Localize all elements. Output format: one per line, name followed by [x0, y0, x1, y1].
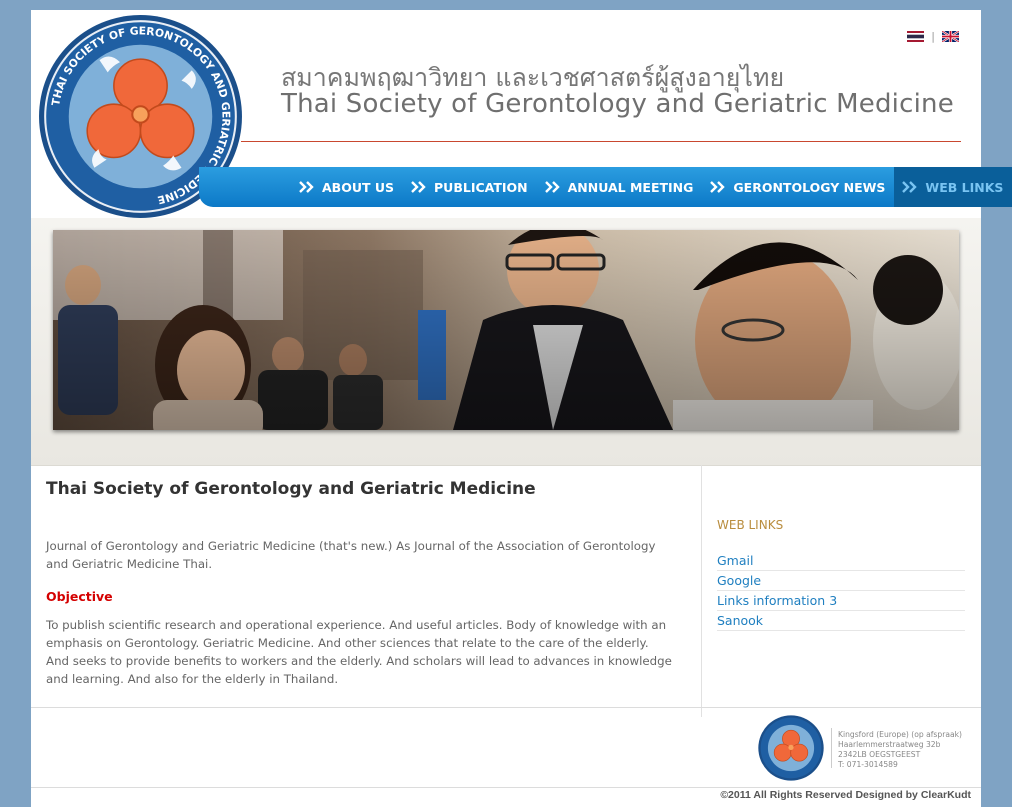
- link-gmail[interactable]: Gmail: [717, 552, 965, 571]
- uk-flag-icon[interactable]: [942, 31, 959, 42]
- nav-web-links-label: WEB LINKS: [925, 179, 1004, 195]
- footer-divider-top: [31, 707, 981, 708]
- double-chevron-icon: [411, 181, 426, 193]
- double-chevron-icon: [299, 181, 314, 193]
- page: THAI SOCIETY OF GERONTOLOGY AND GERIATRI…: [31, 10, 1012, 807]
- double-chevron-icon: [544, 181, 560, 193]
- double-chevron-icon: [710, 181, 726, 193]
- footer-separator: [831, 728, 832, 768]
- footer-logo: [758, 715, 824, 781]
- address-line: T: 071-3014589: [838, 760, 898, 769]
- link-links-information-3[interactable]: Links information 3: [717, 592, 965, 611]
- content-divider: [701, 465, 702, 717]
- footer-address: Kingsford (Europe) (op afspraak) Haarlem…: [838, 730, 962, 770]
- copyright-text: ©2011 All Rights Reserved Designed by Cl…: [720, 789, 971, 801]
- language-separator: |: [931, 30, 935, 43]
- link-sanook[interactable]: Sanook: [717, 612, 965, 631]
- nav-publication-label: PUBLICATION: [434, 179, 528, 195]
- nav-publication[interactable]: PUBLICATION: [403, 167, 537, 207]
- sidebar-web-links: WEB LINKS Gmail Google Links information…: [717, 518, 965, 632]
- address-line: Kingsford (Europe) (op afspraak): [838, 730, 962, 739]
- nav-about-us-label: ABOUT US: [322, 179, 395, 195]
- intro-paragraph: Journal of Gerontology and Geriatric Med…: [46, 539, 656, 571]
- title-divider: [241, 141, 961, 142]
- objective-heading: Objective: [46, 589, 113, 604]
- banner-area: [31, 218, 981, 466]
- nav-annual-meeting-label: ANNUAL MEETING: [567, 179, 694, 195]
- footer-divider-bottom: [31, 787, 981, 788]
- nav-web-links[interactable]: WEB LINKS: [894, 167, 1012, 207]
- site-title-english: Thai Society of Gerontology and Geriatri…: [281, 89, 954, 119]
- nav-about-us[interactable]: ABOUT US: [291, 167, 403, 207]
- link-google[interactable]: Google: [717, 572, 965, 591]
- main-navigation: ABOUT US PUBLICATION ANNUAL MEETING GERO…: [199, 167, 1012, 207]
- nav-gerontology-news[interactable]: GERONTOLOGY NEWS: [702, 167, 894, 207]
- sidebar-title: WEB LINKS: [717, 518, 784, 532]
- objective-paragraph: To publish scientific research and opera…: [46, 618, 672, 686]
- thai-flag-icon[interactable]: [907, 31, 925, 42]
- conference-photo-banner: [53, 230, 959, 430]
- main-heading: Thai Society of Gerontology and Geriatri…: [46, 479, 536, 499]
- double-chevron-icon: [902, 181, 918, 193]
- address-line: 2342LB OEGSTGEEST: [838, 750, 921, 759]
- address-line: Haarlemmerstraatweg 32b: [838, 740, 941, 749]
- language-switcher: |: [907, 31, 959, 42]
- nav-annual-meeting[interactable]: ANNUAL MEETING: [537, 167, 703, 207]
- nav-gerontology-news-label: GERONTOLOGY NEWS: [733, 179, 886, 195]
